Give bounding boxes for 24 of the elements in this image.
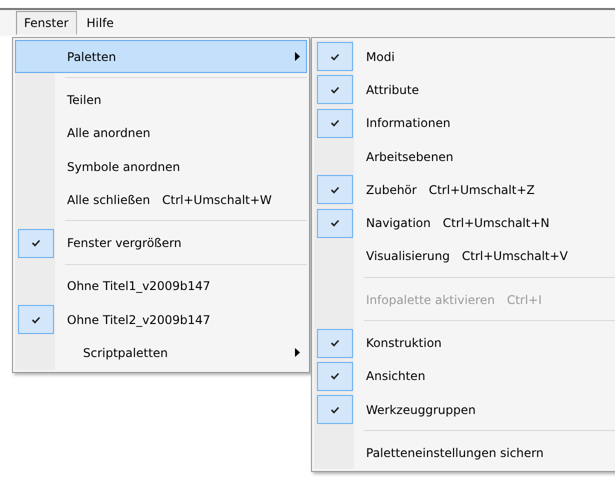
menu-item[interactable]: Informationen xyxy=(314,106,615,140)
menu-bar-item[interactable]: Fenster xyxy=(16,11,77,35)
menu-item[interactable]: Fenster vergrößern xyxy=(15,226,307,260)
menu-item[interactable]: Ohne Titel2_v2009b147 xyxy=(15,303,307,336)
menu-item[interactable]: Alle anordnen xyxy=(15,116,307,150)
menu-item[interactable]: Modi xyxy=(314,40,615,74)
menu-item[interactable]: Scriptpaletten xyxy=(15,336,307,370)
menu-item[interactable]: Paletteneinstellungen sichern xyxy=(314,436,615,470)
menu-item[interactable]: Navigation Ctrl+Umschalt+N xyxy=(314,206,615,240)
menu-item[interactable]: Alle schließen Ctrl+Umschalt+W xyxy=(15,183,307,216)
menu-item[interactable]: Konstruktion xyxy=(314,326,615,360)
menu-item[interactable]: Teilen xyxy=(15,83,307,117)
menu-item[interactable]: Visualisierung Ctrl+Umschalt+V xyxy=(314,240,615,274)
menu-item[interactable]: Zubehör Ctrl+Umschalt+Z xyxy=(314,173,615,206)
menu-item[interactable]: Werkzeuggruppen xyxy=(314,392,615,426)
menu-bar-item[interactable]: Hilfe xyxy=(78,11,122,35)
menu-item[interactable]: Ohne Titel1_v2009b147 xyxy=(15,270,307,304)
submenu-arrow-icon xyxy=(295,52,300,61)
menu-item[interactable]: Symbole anordnen xyxy=(15,150,307,184)
menu-item[interactable]: Arbeitsebenen xyxy=(314,140,615,174)
menu-item[interactable]: Paletten xyxy=(15,40,307,74)
menu-item[interactable]: Ansichten xyxy=(314,360,615,393)
submenu-arrow-icon xyxy=(295,348,300,358)
menu-item[interactable]: Attribute xyxy=(314,73,615,107)
